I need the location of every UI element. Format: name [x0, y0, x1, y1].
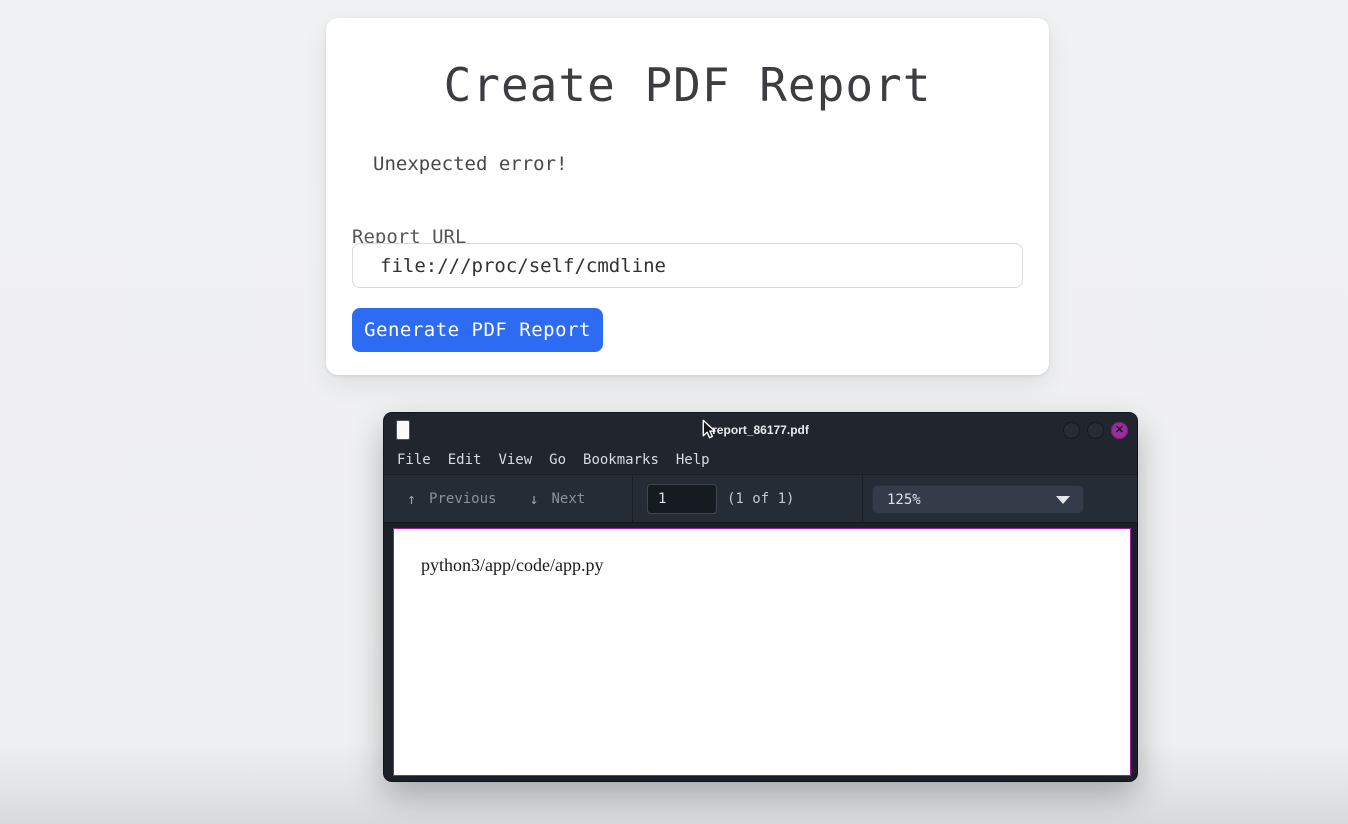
- menu-go[interactable]: Go: [549, 447, 566, 474]
- previous-page-button[interactable]: ↑ Previous: [384, 490, 496, 508]
- next-page-button[interactable]: ↓ Next: [496, 490, 585, 508]
- close-icon: ✕: [1115, 425, 1124, 436]
- toolbar-separator: [862, 475, 863, 522]
- menu-view[interactable]: View: [498, 447, 532, 474]
- pdf-page[interactable]: python3/app/code/app.py: [393, 528, 1131, 776]
- chevron-down-icon: [1056, 496, 1070, 504]
- window-title: report_86177.pdf: [384, 423, 1137, 437]
- next-label: Next: [552, 491, 586, 507]
- create-pdf-report-card: Create PDF Report Unexpected error! Repo…: [326, 18, 1049, 375]
- document-area: python3/app/code/app.py: [384, 523, 1137, 781]
- titlebar[interactable]: report_86177.pdf ✕: [384, 413, 1137, 447]
- page-number-input[interactable]: [647, 484, 717, 514]
- menu-edit[interactable]: Edit: [448, 447, 482, 474]
- minimize-button[interactable]: [1063, 422, 1080, 439]
- generate-pdf-report-button[interactable]: Generate PDF Report: [352, 308, 603, 352]
- maximize-button[interactable]: [1087, 422, 1104, 439]
- previous-label: Previous: [429, 491, 496, 507]
- close-button[interactable]: ✕: [1111, 422, 1128, 439]
- toolbar: ↑ Previous ↓ Next (1 of 1) 125%: [384, 474, 1137, 523]
- menubar: File Edit View Go Bookmarks Help: [384, 447, 1137, 474]
- window-controls: ✕: [1063, 413, 1128, 447]
- pdf-viewer-window: report_86177.pdf ✕ File Edit View Go Boo…: [384, 413, 1137, 781]
- menu-file[interactable]: File: [397, 447, 431, 474]
- page-count-label: (1 of 1): [727, 475, 794, 524]
- arrow-down-icon: ↓: [529, 490, 538, 508]
- pdf-page-text: python3/app/code/app.py: [421, 555, 603, 576]
- error-message: Unexpected error!: [373, 153, 567, 175]
- zoom-level-value: 125%: [873, 492, 1056, 508]
- page-title: Create PDF Report: [326, 58, 1049, 112]
- menu-bookmarks[interactable]: Bookmarks: [583, 447, 659, 474]
- zoom-level-dropdown[interactable]: 125%: [872, 485, 1084, 514]
- arrow-up-icon: ↑: [407, 490, 416, 508]
- report-url-input[interactable]: [352, 243, 1023, 288]
- menu-help[interactable]: Help: [676, 447, 710, 474]
- toolbar-separator: [632, 475, 633, 522]
